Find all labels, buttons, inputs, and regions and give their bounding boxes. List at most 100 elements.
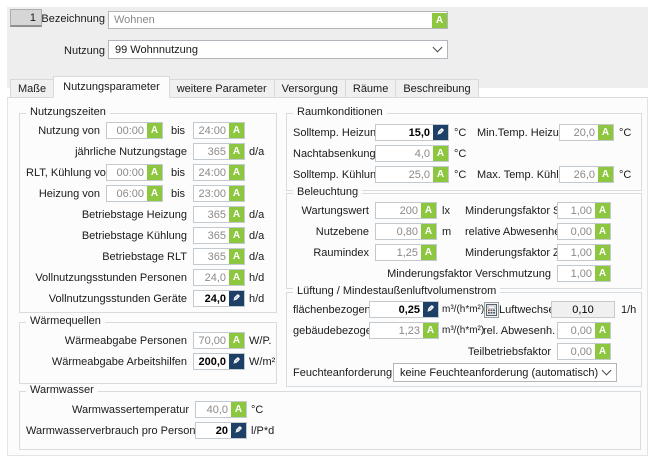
flaechenbezogen-input[interactable]: 0,25 ✎	[369, 301, 439, 318]
manual-pencil-icon[interactable]: ✎	[433, 125, 448, 140]
auto-badge-icon[interactable]: A	[432, 13, 447, 28]
manual-pencil-icon[interactable]: ✎	[229, 354, 244, 369]
field-value: 15,0	[376, 127, 433, 139]
calculator-button[interactable]	[484, 302, 499, 318]
relative-abwesenheit-input[interactable]: 0,00 A	[557, 223, 611, 240]
auto-badge-icon[interactable]: A	[229, 249, 244, 264]
minderungsfaktor-sehaufgabe-input[interactable]: 1,00 A	[557, 202, 611, 219]
betriebstage-heizung-input[interactable]: 365 A	[193, 206, 245, 223]
unit-label: d/a	[245, 146, 270, 158]
auto-badge-icon[interactable]: A	[433, 146, 448, 161]
row-solltemp-kuehlung: Solltemp. Kühlung 25,0 A °C Max. Temp. K…	[293, 164, 635, 185]
bezeichnung-label: Bezeichnung	[17, 13, 105, 25]
field-value: 70,00	[194, 335, 229, 347]
betriebstage-rlt-input[interactable]: 365 A	[193, 248, 245, 265]
auto-badge-icon[interactable]: A	[595, 323, 610, 338]
auto-badge-icon[interactable]: A	[421, 245, 436, 260]
nachtabsenkung-input[interactable]: 4,0 A	[375, 145, 449, 162]
minderungsfaktor-zeit-input[interactable]: 1,00 A	[557, 244, 611, 261]
auto-badge-icon[interactable]: A	[598, 167, 613, 182]
auto-badge-icon[interactable]: A	[595, 224, 610, 239]
auto-badge-icon[interactable]: A	[229, 186, 244, 201]
manual-pencil-icon[interactable]: ✎	[229, 291, 244, 306]
waermeabgabe-arbeitshilfen-input[interactable]: 200,0 ✎	[193, 353, 245, 370]
nutzebene-input[interactable]: 0,80 A	[375, 223, 437, 240]
auto-badge-icon[interactable]: A	[433, 167, 448, 182]
field-value: 1,00	[558, 268, 595, 280]
tab-raeume[interactable]: Räume	[345, 79, 396, 98]
tab-beschreibung[interactable]: Beschreibung	[395, 79, 478, 98]
rlt-kuehlung-bis-input[interactable]: 24:00 A	[193, 164, 245, 181]
nutzung-select[interactable]: 99 Wohnnutzung	[108, 40, 448, 59]
heizung-bis-input[interactable]: 23:00 A	[193, 185, 245, 202]
auto-badge-icon[interactable]: A	[421, 203, 436, 218]
row-heizung-von: Heizung von 06:00 A bis 23:00 A	[26, 183, 270, 204]
nutzung-bis-input[interactable]: 24:00 A	[193, 122, 245, 139]
auto-badge-icon[interactable]: A	[229, 144, 244, 159]
solltemp-kuehlung-input[interactable]: 25,0 A	[375, 166, 449, 183]
rlt-kuehlung-von-input[interactable]: 00:00 A	[106, 164, 163, 181]
waermeabgabe-personen-input[interactable]: 70,00 A	[193, 332, 245, 349]
minderungsfaktor-verschmutzung-label: Minderungsfaktor Verschmutzung	[293, 268, 557, 280]
tab-nutzungsparameter[interactable]: Nutzungsparameter	[53, 76, 170, 98]
jaehrliche-nutzungstage-input[interactable]: 365 A	[193, 143, 245, 160]
auto-badge-icon[interactable]: A	[147, 186, 162, 201]
auto-badge-icon[interactable]: A	[147, 123, 162, 138]
nutzung-von-input[interactable]: 00:00 A	[106, 122, 163, 139]
heizung-von-input[interactable]: 06:00 A	[106, 185, 163, 202]
row-flaechenbezogen: flächenbezogen 0,25 ✎ m³/(h*m²)	[293, 299, 635, 320]
group-warmwasser: Warmwasser Warmwassertemperatur 40,0 A °…	[19, 391, 641, 450]
auto-badge-icon[interactable]: A	[229, 270, 244, 285]
auto-badge-icon[interactable]: A	[229, 228, 244, 243]
solltemp-heizung-input[interactable]: 15,0 ✎	[375, 124, 449, 141]
tab-content-panel: Nutzungszeiten Nutzung von 00:00 A bis 2…	[7, 97, 648, 456]
auto-badge-icon[interactable]: A	[231, 402, 246, 417]
row-nachtabsenkung: Nachtabsenkung 4,0 A °C	[293, 143, 635, 164]
warmwassertemperatur-input[interactable]: 40,0 A	[195, 401, 247, 418]
auto-badge-icon[interactable]: A	[229, 165, 244, 180]
field-value: 24,0	[194, 293, 229, 305]
nutzung-label: Nutzung	[17, 45, 105, 57]
bezeichnung-input[interactable]: Wohnen A	[108, 11, 448, 29]
max-temp-kuehlung-input[interactable]: 26,0 A	[559, 166, 614, 183]
raumindex-input[interactable]: 1,25 A	[375, 244, 437, 261]
auto-badge-icon[interactable]: A	[229, 123, 244, 138]
auto-badge-icon[interactable]: A	[423, 323, 438, 338]
luftwechsel-label: Luftwechsel	[499, 304, 551, 316]
warmwasserverbrauch-input[interactable]: 20 ✎	[195, 422, 247, 439]
max-temp-kuehlung-label: Max. Temp. Kühlung	[477, 169, 559, 181]
unit-label: °C	[614, 127, 635, 139]
auto-badge-icon[interactable]: A	[595, 266, 610, 281]
manual-pencil-icon[interactable]: ✎	[423, 302, 438, 317]
bis-label: bis	[163, 125, 193, 137]
group-raumkonditionen: Raumkonditionen Solltemp. Heizung 15,0 ✎…	[286, 113, 642, 191]
auto-badge-icon[interactable]: A	[147, 165, 162, 180]
auto-badge-icon[interactable]: A	[595, 344, 610, 359]
tab-versorgung[interactable]: Versorgung	[274, 79, 346, 98]
betriebstage-rlt-label: Betriebstage RLT	[26, 251, 193, 263]
auto-badge-icon[interactable]: A	[229, 333, 244, 348]
auto-badge-icon[interactable]: A	[229, 207, 244, 222]
nutzung-von-label: Nutzung von	[26, 125, 106, 137]
waermeabgabe-arbeitshilfen-label: Wärmeabgabe Arbeitshilfen	[26, 356, 193, 368]
vollnutzungsstunden-geraete-input[interactable]: 24,0 ✎	[193, 290, 245, 307]
manual-pencil-icon[interactable]: ✎	[231, 423, 246, 438]
auto-badge-icon[interactable]: A	[595, 245, 610, 260]
min-temp-heizung-input[interactable]: 20,0 A	[559, 124, 614, 141]
gebaeudebezogen-input[interactable]: 1,23 A	[369, 322, 439, 339]
tab-weitere-parameter[interactable]: weitere Parameter	[169, 79, 275, 98]
vollnutzungsstunden-personen-input[interactable]: 24,0 A	[193, 269, 245, 286]
teilbetriebsfaktor-input[interactable]: 0,00 A	[557, 343, 611, 360]
auto-badge-icon[interactable]: A	[421, 224, 436, 239]
field-value: 20,0	[560, 127, 598, 139]
minderungsfaktor-verschmutzung-input[interactable]: 1,00 A	[557, 265, 611, 282]
bis-label: bis	[163, 188, 193, 200]
feuchteanforderung-select[interactable]: keine Feuchteanforderung (automatisch)	[393, 363, 617, 382]
auto-badge-icon[interactable]: A	[595, 203, 610, 218]
auto-badge-icon[interactable]: A	[598, 125, 613, 140]
rel-abwesenheit-rlt-input[interactable]: 0,00 A	[557, 322, 611, 339]
tab-masse[interactable]: Maße	[10, 79, 54, 98]
row-jaehrliche-nutzungstage: jährliche Nutzungstage 365 A d/a	[26, 141, 270, 162]
betriebstage-kuehlung-input[interactable]: 365 A	[193, 227, 245, 244]
wartungswert-input[interactable]: 200 A	[375, 202, 437, 219]
